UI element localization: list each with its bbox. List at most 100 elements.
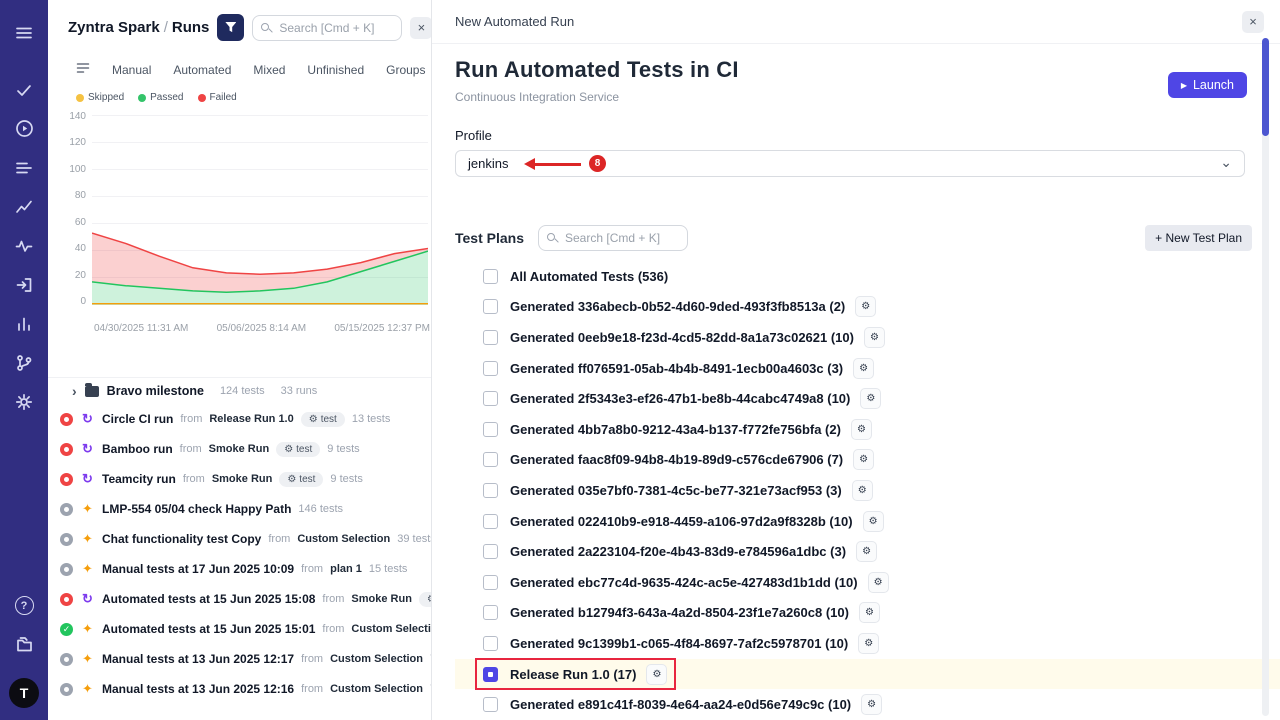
run-name: Automated tests at 15 Jun 2025 15:01 xyxy=(102,622,315,636)
modal-header: New Automated Run × xyxy=(432,0,1280,44)
bar-chart-icon[interactable] xyxy=(0,304,48,343)
funnel-icon xyxy=(225,22,236,33)
brand-logo[interactable]: T xyxy=(9,678,39,708)
plan-settings-button[interactable]: ⚙ xyxy=(859,602,880,623)
status-pending-icon xyxy=(60,533,73,546)
panel-close-button[interactable]: × xyxy=(410,17,432,39)
plan-row[interactable]: Generated e891c41f-8039-4e64-aa24-e0d56e… xyxy=(455,689,1280,720)
plan-row[interactable]: Generated 4bb7a8b0-9212-43a4-b137-f772fe… xyxy=(455,414,1280,445)
run-row[interactable]: ✦ Manual tests at 13 Jun 2025 12:16 from… xyxy=(48,674,431,704)
run-row[interactable]: ✦ LMP-554 05/04 check Happy Path 146 tes… xyxy=(48,494,431,524)
milestone-row[interactable]: › Bravo milestone 124 tests 33 runs xyxy=(48,377,431,404)
run-name: LMP-554 05/04 check Happy Path xyxy=(102,502,291,516)
plan-settings-button[interactable]: ⚙ xyxy=(851,419,872,440)
plan-settings-button[interactable]: ⚙ xyxy=(853,449,874,470)
gear-icon: ⚙ xyxy=(652,669,661,680)
plan-settings-button[interactable]: ⚙ xyxy=(856,541,877,562)
runs-list-icon[interactable] xyxy=(0,148,48,187)
sign-in-icon[interactable] xyxy=(0,265,48,304)
play-circle-icon[interactable] xyxy=(0,109,48,148)
plan-checkbox[interactable] xyxy=(483,483,498,498)
plan-checkbox[interactable] xyxy=(483,391,498,406)
plan-row-all-tests[interactable]: All Automated Tests (536) xyxy=(455,261,1280,292)
run-row[interactable]: ↻ Teamcity run from Smoke Run ⚙test 9 te… xyxy=(48,464,431,494)
select-runs-icon[interactable] xyxy=(76,61,90,78)
profile-label: Profile xyxy=(455,128,1280,143)
plan-checkbox[interactable] xyxy=(483,422,498,437)
plan-settings-button[interactable]: ⚙ xyxy=(852,480,873,501)
plan-checkbox[interactable] xyxy=(483,697,498,712)
plan-checkbox[interactable] xyxy=(483,605,498,620)
plans-search-input[interactable] xyxy=(538,225,688,251)
run-row[interactable]: ✦ Chat functionality test Copy from Cust… xyxy=(48,524,431,554)
tab-mixed[interactable]: Mixed xyxy=(253,63,285,77)
run-test-count: 15 tests xyxy=(369,563,408,575)
plan-settings-button[interactable]: ⚙ xyxy=(868,572,889,593)
plan-settings-button[interactable]: ⚙ xyxy=(861,694,882,715)
activity-icon[interactable] xyxy=(0,226,48,265)
plan-row[interactable]: Generated 2f5343e3-ef26-47b1-be8b-44cabc… xyxy=(455,383,1280,414)
scrollbar-thumb[interactable] xyxy=(1262,38,1269,136)
plan-row[interactable]: Generated 2a223104-f20e-4b43-83d9-e78459… xyxy=(455,536,1280,567)
plan-row[interactable]: Generated faac8f09-94b8-4b19-89d9-c576cd… xyxy=(455,445,1280,476)
plan-checkbox[interactable] xyxy=(483,330,498,345)
tab-groups[interactable]: Groups xyxy=(386,63,425,77)
plan-row[interactable]: Generated 336abecb-0b52-4d60-9ded-493f3f… xyxy=(455,292,1280,323)
plan-settings-button[interactable]: ⚙ xyxy=(646,664,667,685)
scrollbar-track[interactable] xyxy=(1262,38,1269,716)
plan-checkbox[interactable] xyxy=(483,361,498,376)
run-test-count: 748 tests xyxy=(430,653,431,665)
plan-row[interactable]: Generated ebc77c4d-9635-424c-ac5e-427483… xyxy=(455,567,1280,598)
new-test-plan-button[interactable]: + New Test Plan xyxy=(1145,225,1252,251)
plan-settings-button[interactable]: ⚙ xyxy=(860,388,881,409)
manual-run-icon: ✦ xyxy=(80,501,95,517)
gear-icon: ⚙ xyxy=(859,363,868,374)
profile-select[interactable]: jenkins ⌄ 8 xyxy=(455,150,1245,177)
plan-checkbox[interactable] xyxy=(483,636,498,651)
run-row[interactable]: ✦ Automated tests at 15 Jun 2025 15:01 f… xyxy=(48,614,431,644)
plan-row-release-run[interactable]: Release Run 1.0 (17) ⚙ xyxy=(455,659,1280,690)
chevron-right-icon[interactable]: › xyxy=(72,383,77,399)
plan-checkbox[interactable] xyxy=(483,299,498,314)
plan-row[interactable]: Generated ff076591-05ab-4b4b-8491-1ecb00… xyxy=(455,353,1280,384)
line-chart-icon[interactable] xyxy=(0,187,48,226)
run-row[interactable]: ✦ Manual tests at 13 Jun 2025 12:17 from… xyxy=(48,644,431,674)
settings-gear-icon[interactable] xyxy=(0,382,48,421)
tab-manual[interactable]: Manual xyxy=(112,63,151,77)
menu-icon[interactable] xyxy=(0,13,48,52)
plan-row[interactable]: Generated 035e7bf0-7381-4c5c-be77-321e73… xyxy=(455,475,1280,506)
plan-checkbox[interactable] xyxy=(483,667,498,682)
filter-button[interactable] xyxy=(217,14,244,41)
run-name: Bamboo run xyxy=(102,442,173,456)
plan-checkbox[interactable] xyxy=(483,575,498,590)
plan-settings-button[interactable]: ⚙ xyxy=(863,511,884,532)
plan-row[interactable]: Generated 9c1399b1-c065-4f84-8697-7af2c5… xyxy=(455,628,1280,659)
search-icon xyxy=(261,23,269,31)
plan-settings-button[interactable]: ⚙ xyxy=(855,296,876,317)
tab-automated[interactable]: Automated xyxy=(173,63,231,77)
check-icon[interactable] xyxy=(0,70,48,109)
launch-button[interactable]: ▶Launch xyxy=(1168,72,1247,98)
plan-checkbox[interactable] xyxy=(483,452,498,467)
plan-row[interactable]: Generated b12794f3-643a-4a2d-8504-23f1e7… xyxy=(455,598,1280,629)
plan-settings-button[interactable]: ⚙ xyxy=(864,327,885,348)
plan-checkbox[interactable] xyxy=(483,269,498,284)
sidebar-bottom: ? T xyxy=(9,586,39,708)
runs-search-input[interactable] xyxy=(252,15,402,41)
plan-checkbox[interactable] xyxy=(483,514,498,529)
plan-settings-button[interactable]: ⚙ xyxy=(853,358,874,379)
help-icon[interactable]: ? xyxy=(9,586,39,625)
tab-unfinished[interactable]: Unfinished xyxy=(307,63,364,77)
projects-folder-icon[interactable] xyxy=(9,625,39,664)
plan-row[interactable]: Generated 0eeb9e18-f23d-4cd5-82dd-8a1a73… xyxy=(455,322,1280,353)
plan-row[interactable]: Generated 022410b9-e918-4459-a106-97d2a9… xyxy=(455,506,1280,537)
run-row[interactable]: ↻ Bamboo run from Smoke Run ⚙test 9 test… xyxy=(48,434,431,464)
run-row[interactable]: ↻ Circle CI run from Release Run 1.0 ⚙te… xyxy=(48,404,431,434)
plan-checkbox[interactable] xyxy=(483,544,498,559)
run-row[interactable]: ✦ Manual tests at 17 Jun 2025 10:09 from… xyxy=(48,554,431,584)
plan-settings-button[interactable]: ⚙ xyxy=(858,633,879,654)
branch-icon[interactable] xyxy=(0,343,48,382)
status-pending-icon xyxy=(60,563,73,576)
modal-close-button[interactable]: × xyxy=(1242,11,1264,33)
run-row[interactable]: ↻ Automated tests at 15 Jun 2025 15:08 f… xyxy=(48,584,431,614)
